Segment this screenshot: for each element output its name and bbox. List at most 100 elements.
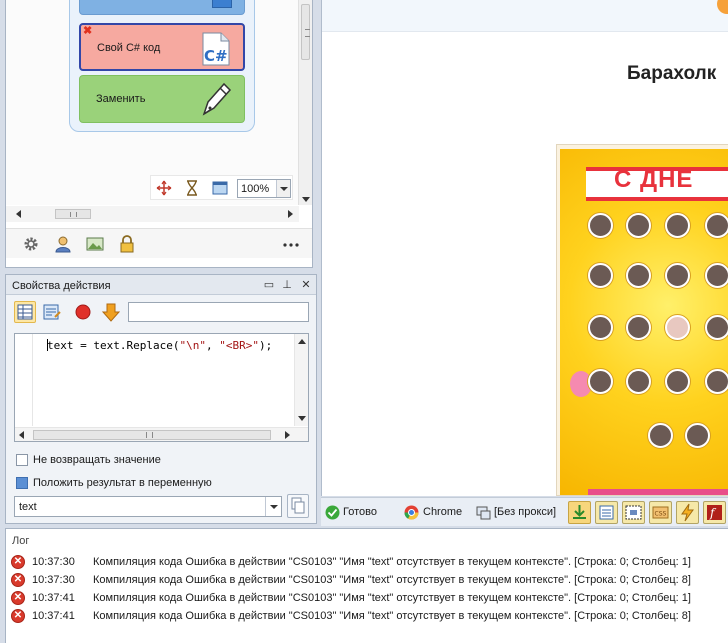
csharp-icon: C# — [202, 32, 230, 66]
log-row[interactable]: ✕ 10:37:30 Компиляция кода Ошибка в дейс… — [6, 571, 728, 589]
poster-banner-text: С ДНЕ — [614, 166, 694, 193]
flash-button[interactable]: f — [703, 501, 726, 524]
poster-photo — [685, 423, 710, 448]
move-icon[interactable] — [156, 180, 172, 196]
panel-title: Свойства действия — [12, 280, 111, 292]
poster-photo — [588, 213, 613, 238]
log-time: 10:37:41 — [32, 592, 75, 604]
proxy-icon — [476, 506, 491, 520]
log-row[interactable]: ✕ 10:37:41 Компиляция кода Ошибка в дейс… — [6, 607, 728, 625]
action-block-replace[interactable]: Заменить — [79, 75, 245, 123]
chevron-down-icon[interactable] — [276, 180, 290, 197]
action-block-label: Свой C# код — [97, 42, 161, 54]
browser-toolbar: CSS f — [568, 501, 728, 524]
status-proxy[interactable]: [Без прокси] — [494, 506, 556, 518]
user-icon[interactable] — [54, 235, 72, 253]
zoom-select[interactable]: 100% — [237, 179, 291, 198]
status-browser[interactable]: Chrome — [423, 506, 462, 518]
properties-toolbar — [6, 296, 316, 326]
result-variable-select[interactable]: text — [14, 496, 282, 517]
log-message: Компиляция кода Ошибка в действии "CS010… — [93, 592, 691, 604]
move-down-button[interactable] — [100, 301, 122, 323]
action-block-csharp[interactable]: ✖ Свой C# код C# — [79, 23, 245, 71]
status-ready: Готово — [343, 506, 377, 518]
code-editor[interactable]: text = text.Replace("\n", "<BR>"); — [14, 333, 309, 442]
lightning-icon — [681, 503, 694, 522]
put-result-checkbox[interactable] — [16, 477, 28, 489]
page-source-button[interactable] — [595, 501, 618, 524]
copy-button[interactable] — [287, 494, 309, 518]
gear-icon[interactable] — [22, 235, 40, 253]
code-line[interactable]: text = text.Replace("\n", "<BR>"); — [47, 339, 272, 352]
scroll-left-icon[interactable] — [16, 210, 21, 218]
scrollbar-thumb[interactable] — [55, 209, 91, 219]
browser-top-strip — [322, 0, 728, 32]
property-search-input[interactable] — [128, 302, 309, 322]
check-icon — [325, 505, 340, 520]
poster-footer-strip — [588, 489, 728, 495]
scroll-left-icon[interactable] — [19, 431, 24, 439]
put-result-label: Положить результат в переменную — [33, 477, 212, 489]
more-icon[interactable] — [282, 235, 300, 253]
form-edit-icon — [43, 304, 61, 320]
scroll-down-icon[interactable] — [302, 197, 310, 202]
poster-photo — [705, 369, 728, 394]
action-canvas[interactable]: ✖ Свой C# код C# Заменить 100% — [6, 0, 299, 205]
screen-icon — [625, 505, 642, 520]
poster-photo — [588, 369, 613, 394]
canvas-vertical-scrollbar[interactable] — [298, 0, 312, 205]
browser-view[interactable]: Барахолк С ДНЕ — [321, 0, 728, 496]
poster-photo — [648, 423, 673, 448]
log-row[interactable]: ✕ 10:37:41 Компиляция кода Ошибка в дейс… — [6, 589, 728, 607]
chevron-down-icon[interactable] — [265, 497, 281, 516]
window-icon[interactable] — [212, 180, 228, 196]
log-panel: Лог ✕ 10:37:30 Компиляция кода Ошибка в … — [5, 528, 728, 643]
poster-photo — [665, 369, 690, 394]
poster-image[interactable]: С ДНЕ — [556, 144, 728, 496]
code-token: ); — [258, 339, 273, 352]
scrollbar-thumb[interactable] — [301, 4, 310, 60]
code-token: , — [205, 339, 220, 352]
log-row[interactable]: ✕ 10:37:30 Компиляция кода Ошибка в дейс… — [6, 553, 728, 571]
code-vertical-scrollbar[interactable] — [294, 334, 308, 426]
screenshot-button[interactable] — [622, 501, 645, 524]
action-icon — [212, 0, 232, 8]
grip-icon — [305, 29, 310, 37]
scrollbar-thumb[interactable] — [33, 430, 271, 440]
action-block-previous[interactable] — [79, 0, 245, 15]
scroll-right-icon[interactable] — [285, 431, 290, 439]
code-horizontal-scrollbar[interactable] — [15, 427, 308, 441]
scroll-right-icon[interactable] — [288, 210, 293, 218]
canvas-horizontal-scrollbar[interactable] — [6, 206, 299, 222]
css-icon: CSS — [652, 506, 669, 519]
error-icon: ✕ — [11, 591, 25, 605]
scroll-down-icon[interactable] — [298, 416, 306, 421]
edit-properties-button[interactable] — [41, 301, 63, 323]
poster-photo — [588, 263, 613, 288]
scroll-up-icon[interactable] — [298, 339, 306, 344]
error-icon: ✕ — [11, 555, 25, 569]
minimize-icon[interactable]: ▭ — [262, 278, 276, 292]
poster-photo — [705, 263, 728, 288]
poster-photo — [588, 315, 613, 340]
log-message: Компиляция кода Ошибка в действии "CS010… — [93, 556, 691, 568]
property-grid-button[interactable] — [14, 301, 36, 323]
hourglass-icon[interactable] — [184, 180, 200, 196]
pen-icon — [202, 82, 232, 116]
image-icon[interactable] — [86, 235, 104, 253]
page-title: Барахолк — [627, 63, 717, 84]
list-icon — [599, 505, 614, 520]
lightning-button[interactable] — [676, 501, 699, 524]
no-return-checkbox[interactable] — [16, 454, 28, 466]
stop-button[interactable] — [72, 301, 94, 323]
grid-icon — [17, 304, 33, 320]
load-page-button[interactable] — [568, 501, 591, 524]
poster-photo — [626, 369, 651, 394]
pin-icon[interactable]: ⊥ — [280, 278, 294, 292]
action-group[interactable]: ✖ Свой C# код C# Заменить — [69, 0, 255, 132]
grip-icon — [146, 432, 153, 438]
css-button[interactable]: CSS — [649, 501, 672, 524]
close-icon[interactable]: ✕ — [299, 278, 313, 292]
svg-text:CSS: CSS — [655, 511, 667, 518]
lock-icon[interactable] — [118, 235, 136, 253]
